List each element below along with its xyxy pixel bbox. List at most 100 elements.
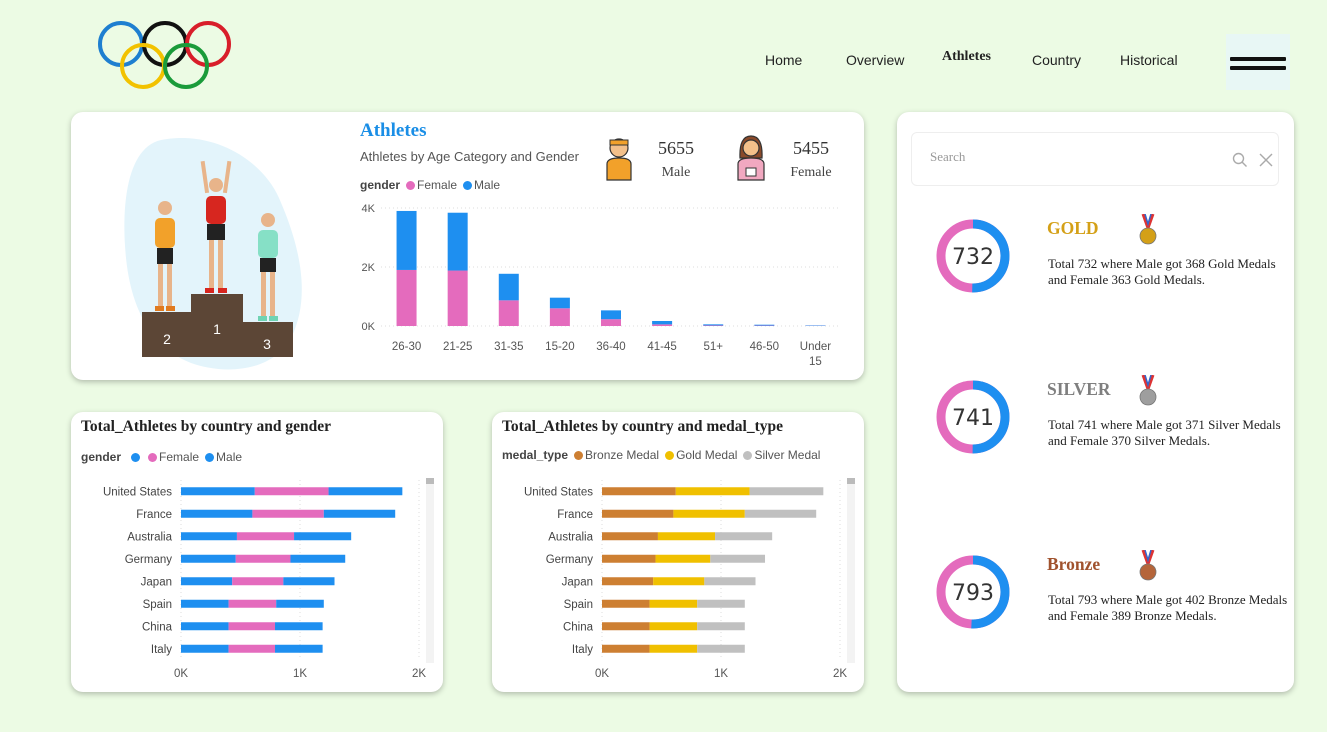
athletes-subtitle: Athletes by Age Category and Gender: [360, 149, 579, 164]
age-bar-male[interactable]: [498, 273, 519, 301]
medal-icon-bronze: [1139, 550, 1157, 581]
country-bar-segment[interactable]: [181, 599, 229, 608]
search-icon[interactable]: [1232, 152, 1248, 168]
x-tick-label: 0K: [595, 668, 609, 680]
country-bar-segment[interactable]: [252, 509, 324, 518]
country-bar-segment[interactable]: [228, 622, 276, 631]
country-bar-segment[interactable]: [275, 622, 323, 631]
podium-illustration: 2 1 3: [124, 138, 302, 370]
x-tick-label: 0K: [174, 668, 188, 680]
country-bar-segment[interactable]: [290, 554, 346, 563]
clear-icon[interactable]: [1258, 152, 1274, 168]
country-bar-segment[interactable]: [602, 509, 674, 518]
x-tick-label: 1K: [714, 668, 728, 680]
country-label: Australia: [548, 531, 593, 543]
scrollbar-track[interactable]: [426, 478, 434, 663]
country-bar-segment[interactable]: [744, 509, 817, 518]
age-bar-female[interactable]: [549, 308, 570, 326]
x-tick-label: 46-50: [750, 341, 779, 353]
age-bar-female[interactable]: [498, 300, 519, 326]
country-bar-segment[interactable]: [232, 577, 284, 586]
country-gender-card: Total_Athletes by country and gender gen…: [71, 412, 443, 692]
country-bar-segment[interactable]: [649, 644, 698, 653]
age-bar-male[interactable]: [601, 310, 621, 320]
country-bar-segment[interactable]: [602, 532, 658, 541]
x-tick-label: Under: [800, 341, 831, 353]
country-medal-title: Total_Athletes by country and medal_type: [502, 418, 784, 435]
country-bar-segment[interactable]: [649, 599, 698, 608]
country-bar-segment[interactable]: [181, 532, 237, 541]
country-bar-segment[interactable]: [276, 599, 324, 608]
country-bar-segment[interactable]: [235, 554, 291, 563]
nav-athletes[interactable]: Athletes: [942, 49, 991, 65]
age-bar-male[interactable]: [396, 210, 417, 270]
x-tick-label: 36-40: [596, 341, 625, 353]
country-label: China: [142, 621, 173, 633]
country-bar-segment[interactable]: [181, 554, 236, 563]
country-bar-segment[interactable]: [602, 622, 650, 631]
country-bar-segment[interactable]: [697, 622, 745, 631]
country-bar-segment[interactable]: [602, 554, 656, 563]
age-bar-female[interactable]: [447, 270, 468, 326]
age-bar-female[interactable]: [652, 324, 673, 326]
country-bar-segment[interactable]: [275, 644, 323, 653]
country-label: Germany: [546, 554, 594, 566]
country-bar-segment[interactable]: [294, 532, 352, 541]
country-bar-segment[interactable]: [228, 599, 277, 608]
medal-name-gold: GOLD: [1047, 218, 1099, 238]
country-bar-segment[interactable]: [181, 509, 253, 518]
country-label: United States: [524, 486, 593, 498]
country-bar-segment[interactable]: [697, 599, 745, 608]
country-label: Italy: [572, 644, 593, 656]
country-bar-segment[interactable]: [602, 487, 676, 496]
age-bar-male[interactable]: [447, 212, 468, 271]
country-bar-segment[interactable]: [710, 554, 766, 563]
age-bar-male[interactable]: [703, 324, 724, 326]
country-bar-segment[interactable]: [283, 577, 335, 586]
country-bar-segment[interactable]: [704, 577, 756, 586]
country-medal-chart: 0K 1K 2K United States France Australia German…: [524, 478, 855, 680]
country-bar-segment[interactable]: [602, 599, 650, 608]
female-label: Female: [790, 165, 832, 180]
nav-historical[interactable]: Historical: [1120, 52, 1178, 68]
country-bar-segment[interactable]: [254, 487, 329, 496]
country-bar-segment[interactable]: [228, 644, 276, 653]
country-bar-segment[interactable]: [323, 509, 396, 518]
country-bar-segment[interactable]: [236, 532, 295, 541]
country-bar-segment[interactable]: [181, 622, 229, 631]
country-bar-segment[interactable]: [181, 644, 229, 653]
age-bar-male[interactable]: [549, 297, 570, 309]
country-bar-segment[interactable]: [602, 577, 654, 586]
medal-donut-gold: 732: [936, 219, 1010, 293]
nav-overview[interactable]: Overview: [846, 52, 904, 68]
scrollbar-track[interactable]: [847, 478, 855, 663]
age-bar-male[interactable]: [652, 320, 673, 325]
country-bar-segment[interactable]: [653, 577, 705, 586]
country-bar-segment[interactable]: [181, 577, 233, 586]
country-bar-segment[interactable]: [328, 487, 403, 496]
male-label: Male: [661, 165, 691, 180]
age-bar-female[interactable]: [396, 269, 417, 326]
country-bar-segment[interactable]: [675, 487, 750, 496]
age-bar-female[interactable]: [703, 325, 724, 326]
nav-country[interactable]: Country: [1032, 52, 1081, 68]
age-bar-male[interactable]: [754, 324, 775, 326]
country-bar-segment[interactable]: [655, 554, 711, 563]
country-bar-segment[interactable]: [602, 644, 650, 653]
country-bar-segment[interactable]: [715, 532, 773, 541]
country-bar-segment[interactable]: [657, 532, 716, 541]
country-bar-segment[interactable]: [697, 644, 745, 653]
country-bar-segment[interactable]: [181, 487, 255, 496]
nav-home[interactable]: Home: [765, 52, 802, 68]
hamburger-menu-icon[interactable]: [1226, 34, 1290, 90]
country-label: Spain: [143, 599, 172, 611]
country-medal-card: Total_Athletes by country and medal_type…: [492, 412, 864, 692]
country-bar-segment[interactable]: [673, 509, 745, 518]
age-bar-female[interactable]: [601, 319, 621, 326]
country-bar-segment[interactable]: [749, 487, 824, 496]
scrollbar-thumb[interactable]: [426, 478, 434, 484]
scrollbar-thumb[interactable]: [847, 478, 855, 484]
search-input[interactable]: [930, 149, 1210, 165]
country-bar-segment[interactable]: [649, 622, 698, 631]
male-count: 5655: [658, 138, 694, 158]
